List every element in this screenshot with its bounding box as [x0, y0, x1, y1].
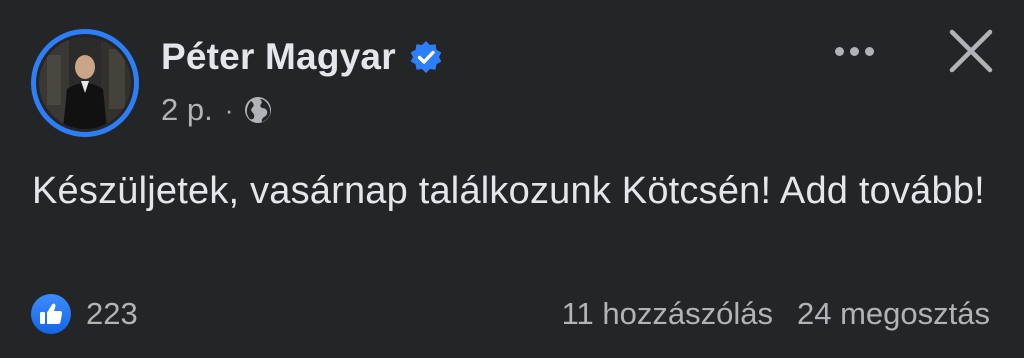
- post-card: Péter Magyar 2 p. · Készüljetek, vasárna…: [0, 0, 1024, 358]
- author-name[interactable]: Péter Magyar: [161, 36, 396, 78]
- author-avatar[interactable]: [31, 29, 139, 137]
- globe-icon: [243, 95, 273, 125]
- post-meta: 2 p. ·: [161, 90, 273, 130]
- author-row: Péter Magyar: [161, 34, 443, 80]
- post-timestamp[interactable]: 2 p.: [161, 92, 213, 128]
- more-options-icon[interactable]: [826, 34, 882, 68]
- close-icon[interactable]: [946, 26, 996, 76]
- avatar-image: [36, 34, 134, 132]
- meta-separator: ·: [224, 94, 234, 125]
- comments-count-link[interactable]: 11 hozzászólás: [562, 296, 773, 332]
- verified-badge-icon: [409, 40, 443, 74]
- like-icon: [30, 293, 72, 335]
- reaction-count: 223: [86, 296, 138, 331]
- shares-count-link[interactable]: 24 megosztás: [797, 296, 990, 332]
- reactions-summary[interactable]: 223: [30, 292, 138, 336]
- post-text: Készüljetek, vasárnap találkozunk Kötcsé…: [32, 170, 985, 212]
- post-stats: 11 hozzászólás 24 megosztás: [562, 292, 990, 336]
